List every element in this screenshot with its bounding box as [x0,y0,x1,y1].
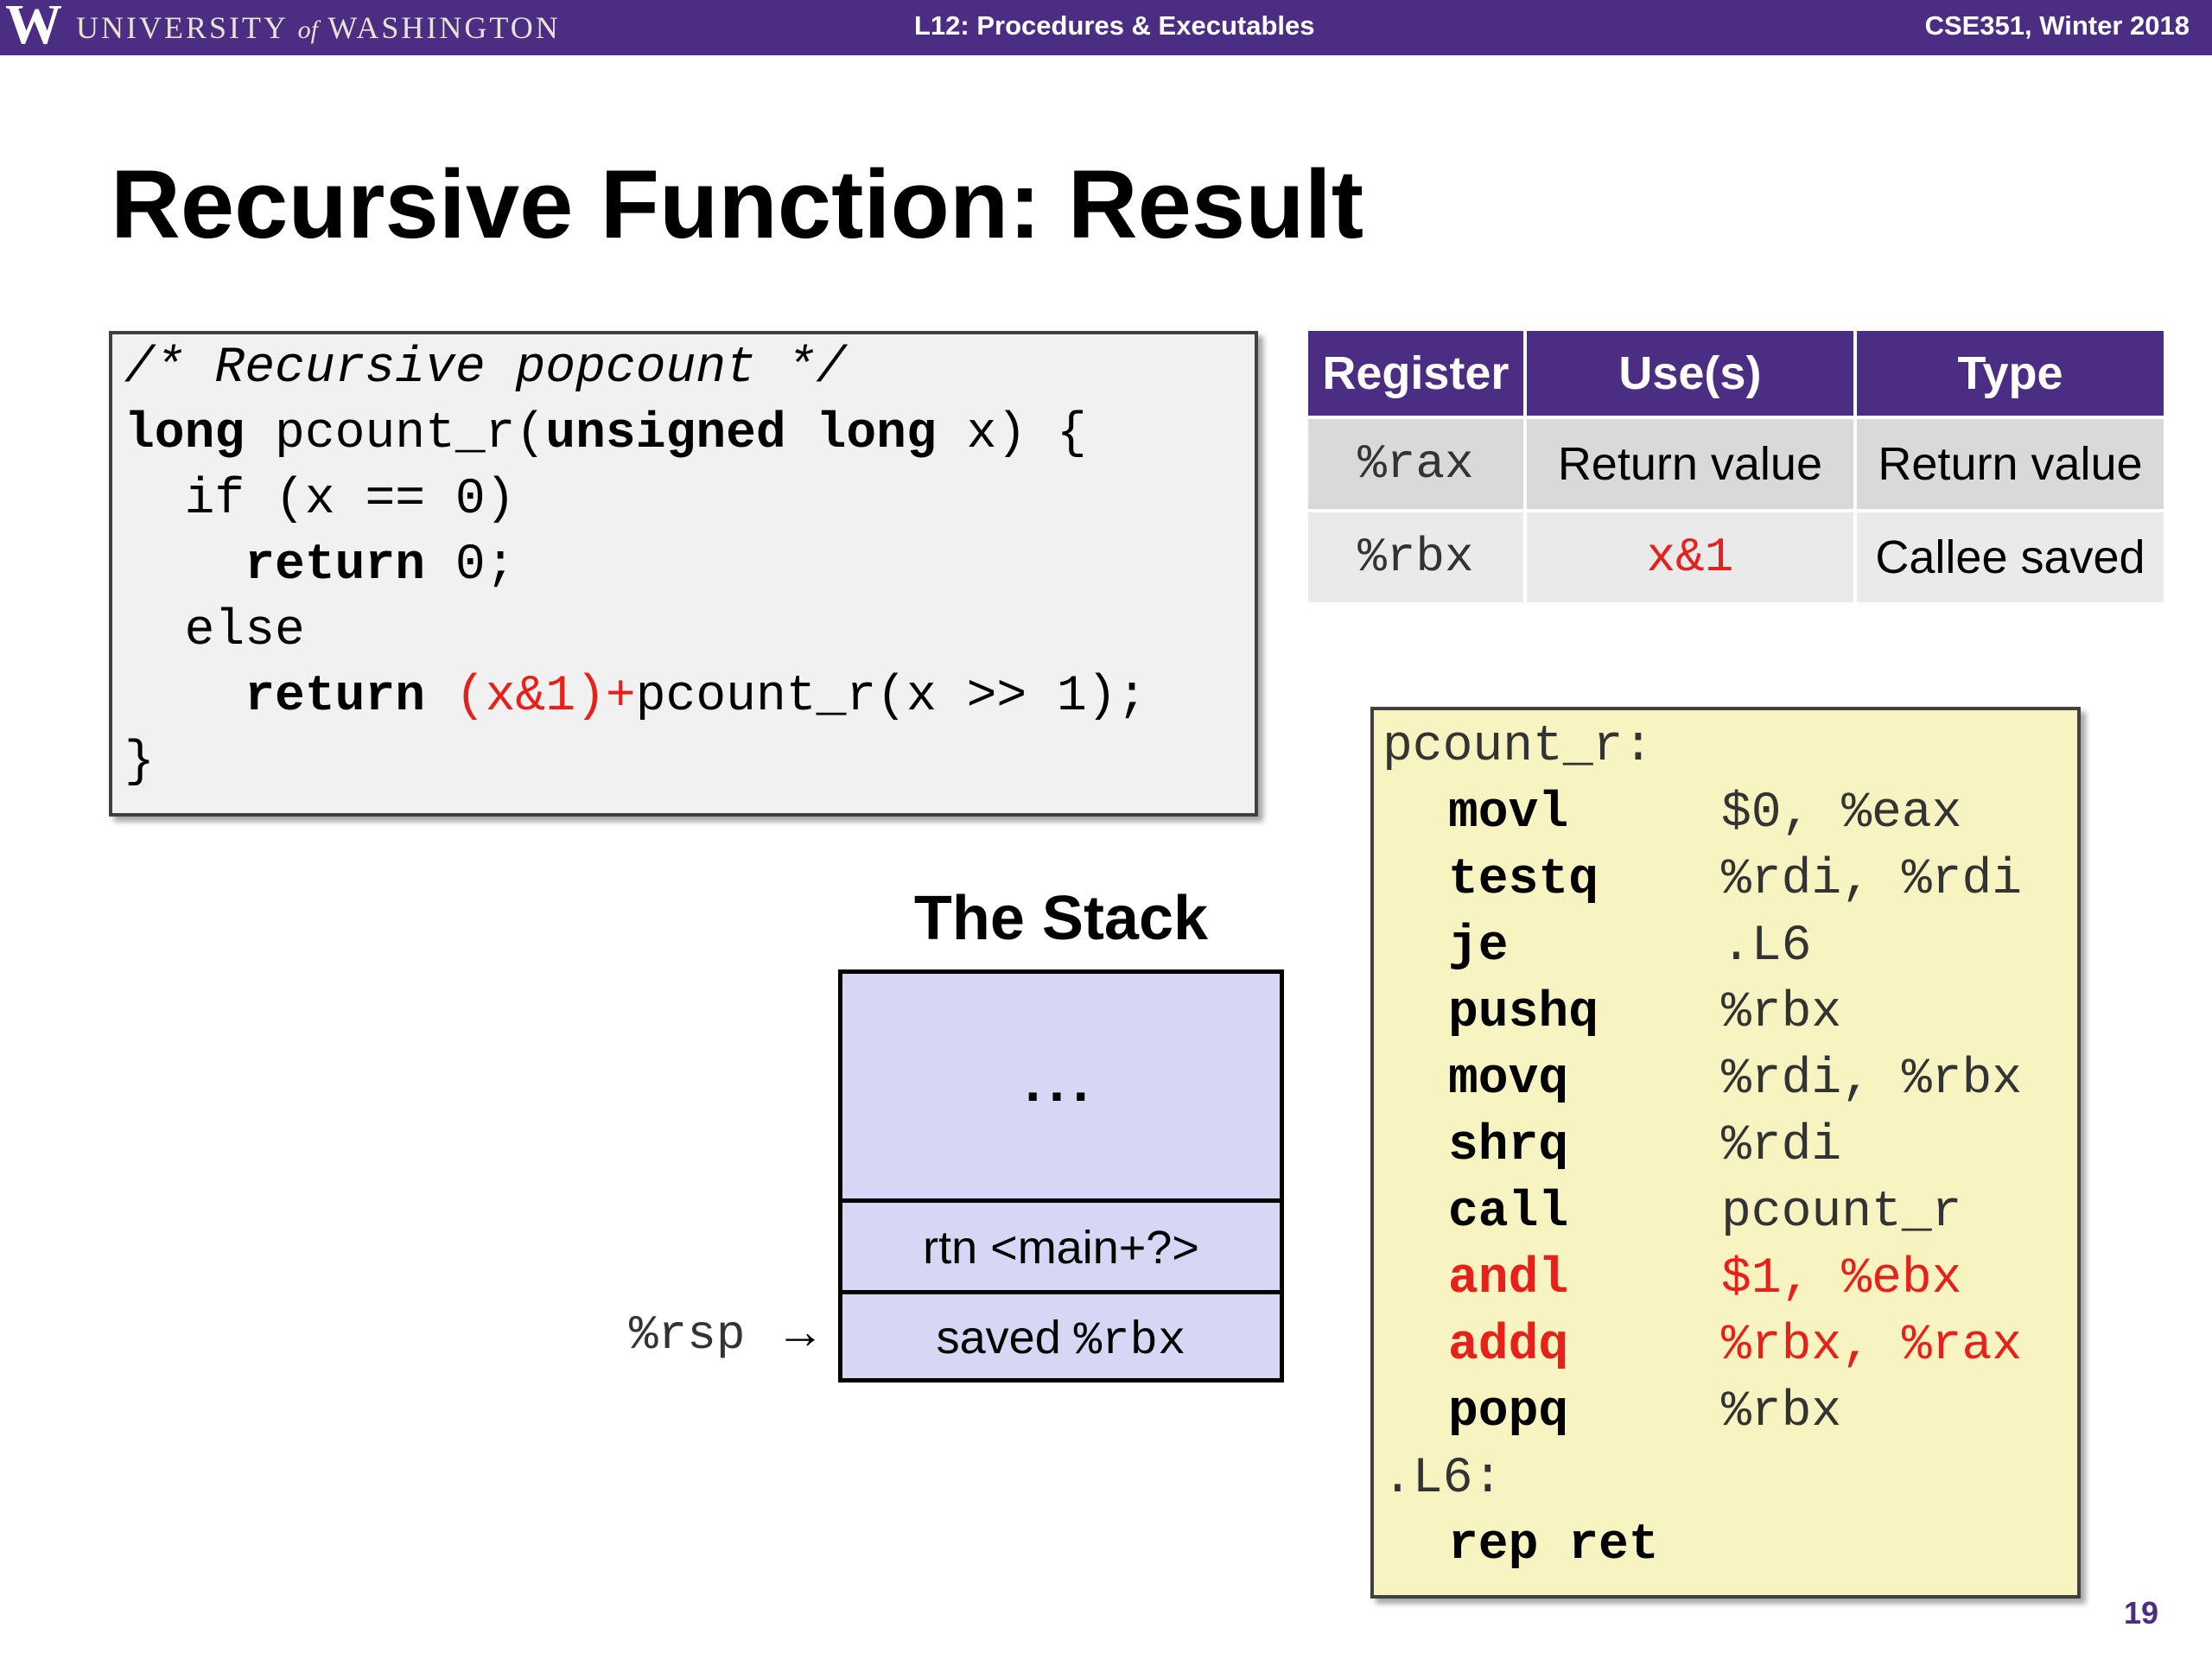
uses-cell: x&1 [1522,509,1858,606]
arrow-right-icon: → [776,1304,824,1358]
asm-operands: $1, %ebx [1721,1251,1962,1307]
code-line-return-zero: return 0; [124,533,516,599]
asm-label: pcount_r: [1382,719,1654,775]
asm-opcode: andl [1448,1251,1569,1307]
asm-opcode: pushq [1448,985,1599,1041]
code-line-else: else [124,603,305,659]
asm-operands: %rbx [1721,985,1842,1041]
table-row: %rbx x&1 Callee saved [1305,509,2167,606]
stack-cell-saved-rbx: saved %rbx [842,1290,1280,1378]
uses-cell: Return value [1522,416,1858,512]
register-cell: %rbx [1305,509,1527,606]
stack-cell-return-address: rtn <main+?> [842,1198,1280,1290]
asm-opcode: movl [1448,785,1569,842]
register-table: Register Use(s) Type %rax Return value R… [1305,331,2167,606]
code-keyword: return [245,537,426,594]
type-cell: Callee saved [1853,509,2167,606]
code-line-return-recursive: return (x&1)+pcount_r(x >> 1); [124,664,1147,730]
stack-diagram: ... rtn <main+?> saved %rbx [838,969,1284,1382]
column-header-register: Register [1305,331,1527,419]
code-keyword: unsigned long [545,406,937,462]
asm-operands: $0, %eax [1721,785,1962,842]
asm-operands: %rdi, %rbx [1721,1052,2023,1108]
university-name-right: WASHINGTON [327,10,561,45]
stack-title: The Stack [913,884,1209,953]
asm-operands: %rbx [1721,1384,1842,1440]
stack-saved-register: %rbx [1073,1315,1186,1368]
table-row: %rax Return value Return value [1305,416,2167,512]
course-name: CSE351, Winter 2018 [1924,10,2190,41]
university-name-left: UNIVERSITY [76,10,288,45]
asm-opcode: rep ret [1448,1517,1659,1573]
stack-saved-text: saved [936,1312,1074,1363]
code-text: 0; [425,537,516,594]
code-text: pcount_r( [245,406,546,462]
column-header-uses: Use(s) [1522,331,1858,419]
code-keyword: long [124,406,245,462]
lecture-title: L12: Procedures & Executables [914,10,1315,41]
asm-opcode: shrq [1448,1118,1569,1174]
asm-operands: %rbx, %rax [1721,1318,2023,1374]
code-text: pcount_r(x >> 1); [635,669,1147,725]
code-line-if: if (x == 0) [124,472,516,528]
code-comment: /* Recursive popcount */ [124,340,847,397]
assembly-code-box: pcount_r: movl $0, %eax testq %rdi, %rdi j… [1370,707,2081,1599]
code-text: x) { [936,406,1087,462]
page-number: 19 [2123,1595,2158,1630]
column-header-type: Type [1853,331,2167,419]
university-name-of: of [297,16,318,44]
university-name: UNIVERSITY of WASHINGTON [76,12,561,46]
asm-operands: %rdi, %rdi [1721,852,2023,908]
table-header-row: Register Use(s) Type [1305,331,2167,419]
c-code-box: /* Recursive popcount */ long pcount_r(u… [109,331,1258,817]
asm-opcode: testq [1448,852,1599,908]
stack-cell-ellipsis: ... [1025,1051,1097,1113]
asm-operands: pcount_r [1721,1185,1962,1241]
asm-opcode: addq [1448,1318,1569,1374]
asm-opcode: popq [1448,1384,1569,1440]
register-cell: %rax [1305,416,1527,512]
asm-opcode: je [1448,918,1509,975]
asm-label: .L6: [1382,1451,1503,1507]
code-highlight: (x&1)+ [454,669,636,725]
header-bar: W UNIVERSITY of WASHINGTON L12: Procedur… [0,0,2212,55]
uw-logo-icon: W [5,0,62,56]
asm-opcode: movq [1448,1052,1569,1108]
asm-operands: %rdi [1721,1118,1842,1174]
slide-title: Recursive Function: Result [111,150,1364,258]
type-cell: Return value [1853,416,2167,512]
code-line-signature: long pcount_r(unsigned long x) { [124,402,1087,467]
code-keyword: return [245,669,426,725]
code-line-close-brace: } [124,734,155,791]
asm-opcode: call [1448,1185,1569,1241]
asm-operands: .L6 [1721,918,1812,975]
rsp-label: %rsp [629,1307,746,1363]
